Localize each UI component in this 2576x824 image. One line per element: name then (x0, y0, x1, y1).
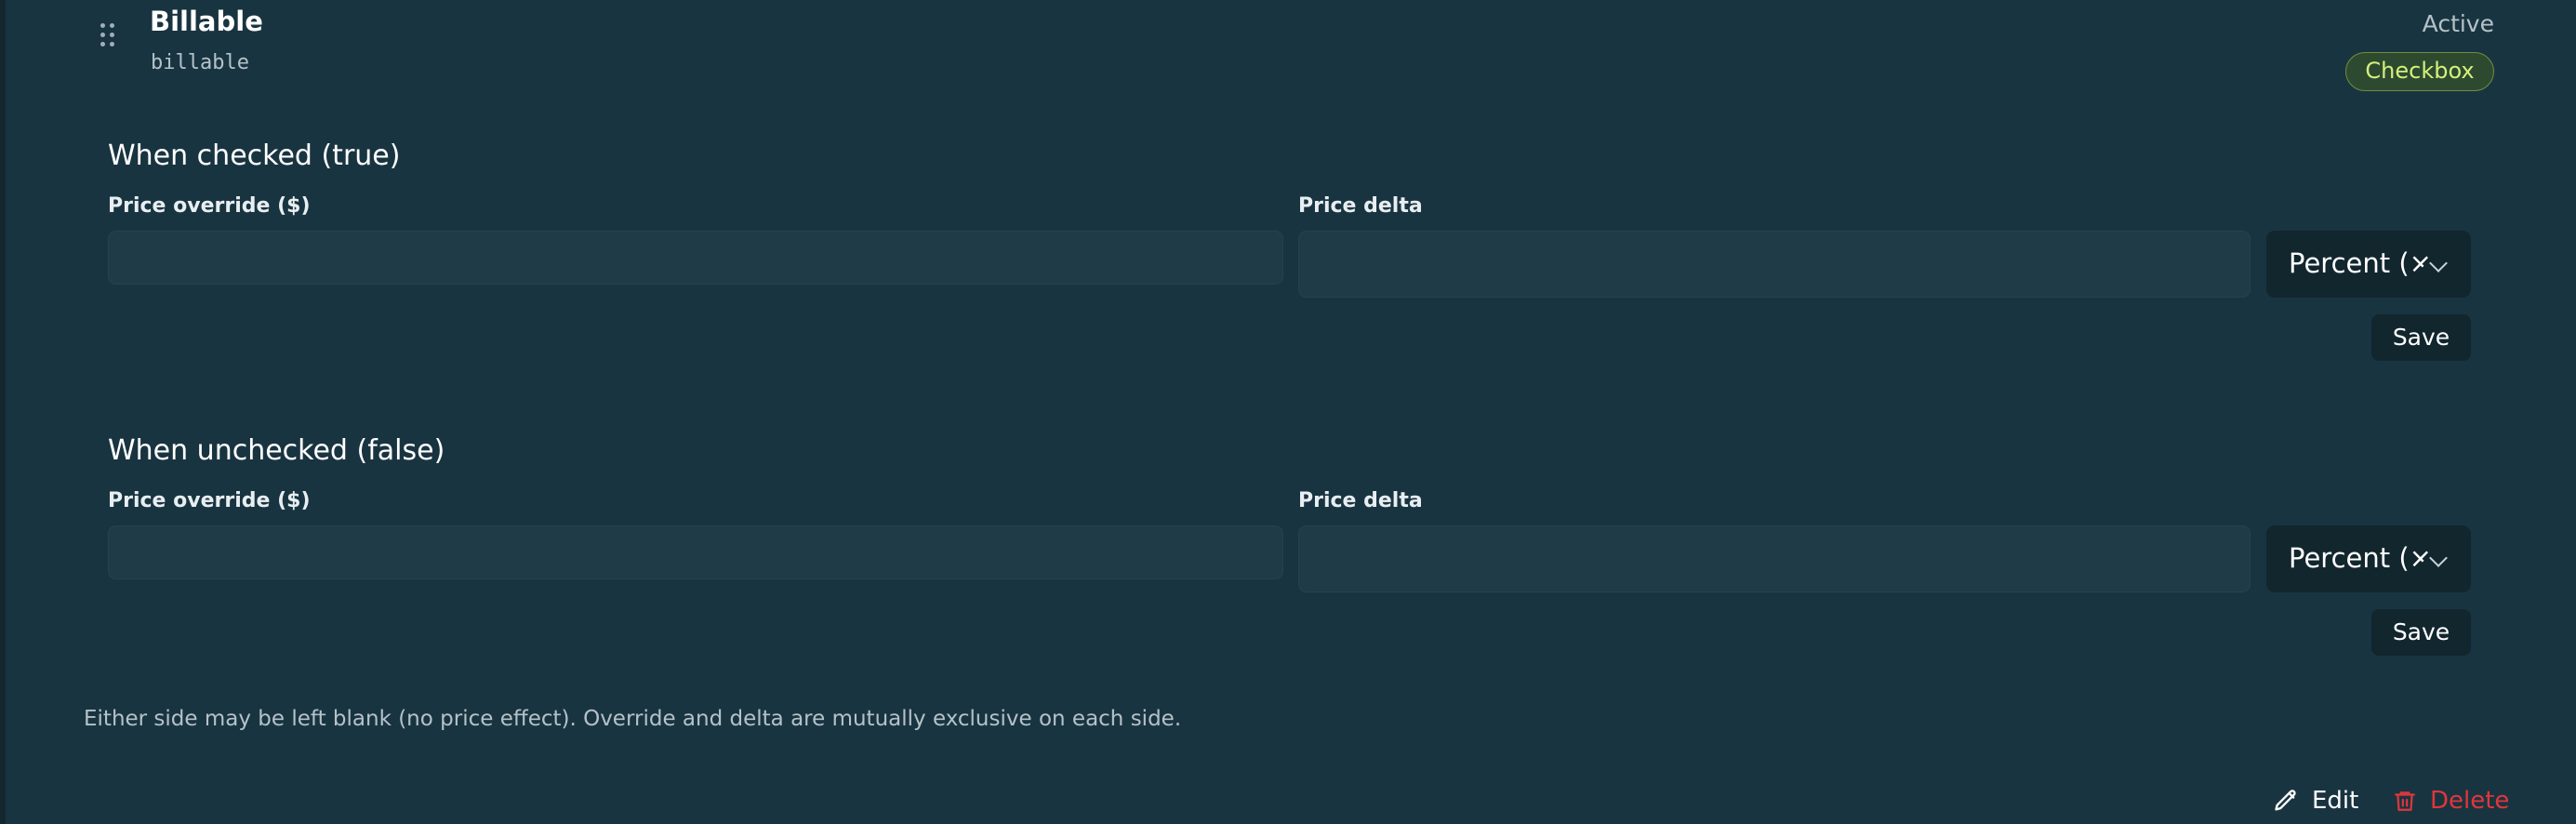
field-key: billable (151, 51, 249, 74)
section-title-checked: When checked (true) (108, 140, 401, 172)
card-border (0, 0, 6, 824)
price-delta-label: Price delta (1298, 194, 1423, 218)
delta-mode-select-checked[interactable]: Percent (× (2266, 231, 2471, 298)
delete-button[interactable]: Delete (2393, 784, 2509, 817)
save-button-checked[interactable]: Save (2371, 314, 2471, 361)
edit-label: Edit (2312, 787, 2359, 815)
price-delta-input-checked[interactable] (1298, 231, 2251, 298)
chevron-down-icon (2429, 549, 2448, 567)
drag-handle-icon[interactable] (100, 23, 117, 49)
delta-mode-value: Percent (× (2289, 542, 2432, 574)
field-name: Billable (150, 6, 263, 37)
helper-text: Either side may be left blank (no price … (84, 707, 1182, 731)
section-title-unchecked: When unchecked (false) (108, 434, 445, 467)
price-override-input-unchecked[interactable] (108, 525, 1283, 579)
price-override-label: Price override ($) (108, 489, 311, 512)
edit-button[interactable]: Edit (2273, 784, 2358, 817)
status-label: Active (2422, 10, 2494, 37)
pencil-icon (2273, 788, 2299, 814)
chevron-down-icon (2429, 254, 2448, 272)
delta-mode-value: Percent (× (2289, 247, 2432, 279)
delete-label: Delete (2430, 787, 2510, 815)
price-override-input-checked[interactable] (108, 231, 1283, 285)
price-delta-label: Price delta (1298, 489, 1423, 512)
save-button-unchecked[interactable]: Save (2371, 609, 2471, 656)
delta-mode-select-unchecked[interactable]: Percent (× (2266, 525, 2471, 592)
price-delta-input-unchecked[interactable] (1298, 525, 2251, 592)
price-override-label: Price override ($) (108, 194, 311, 218)
trash-icon (2393, 788, 2417, 814)
type-badge: Checkbox (2345, 52, 2494, 91)
field-card: Billable billable Active Checkbox When c… (0, 0, 2576, 824)
